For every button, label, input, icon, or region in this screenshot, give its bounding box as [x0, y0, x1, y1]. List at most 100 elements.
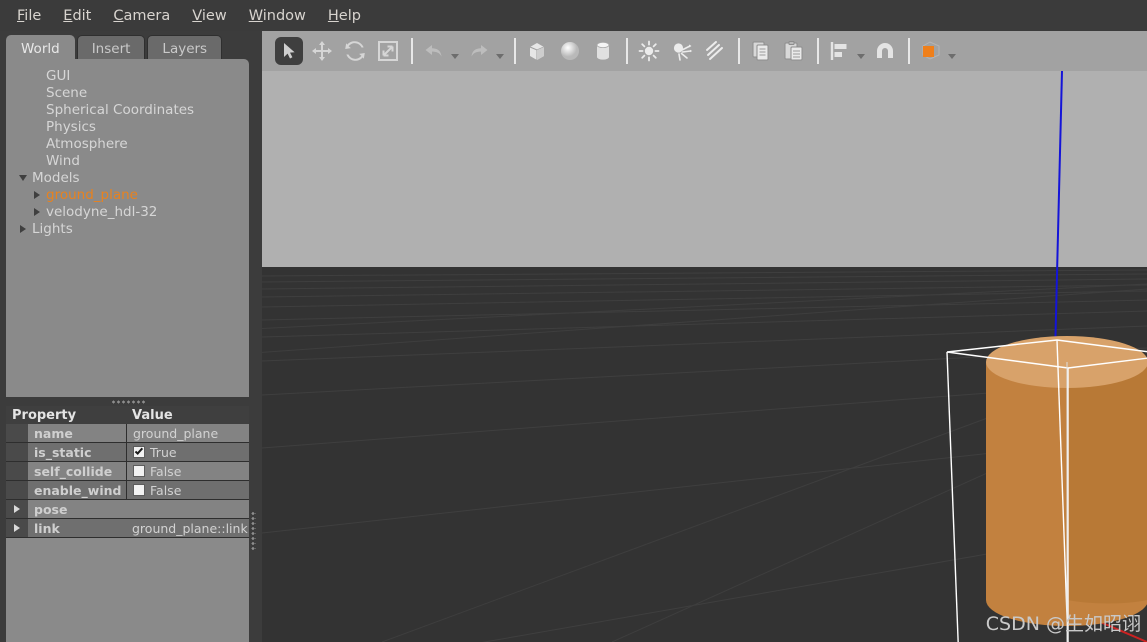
tree-item-spherical-coordinates[interactable]: Spherical Coordinates: [6, 101, 249, 118]
align-button[interactable]: [826, 37, 854, 65]
property-value-enable-wind[interactable]: False: [126, 481, 249, 499]
copy-icon: [752, 41, 769, 61]
property-table-header: Property Value: [6, 406, 249, 424]
tab-world[interactable]: World: [6, 35, 75, 61]
row-indent: [6, 443, 28, 461]
tree-item-wind[interactable]: Wind: [6, 152, 249, 169]
property-value-name[interactable]: ground_plane: [126, 424, 249, 442]
point-light-button[interactable]: [635, 37, 663, 65]
menu-window[interactable]: Window: [238, 5, 317, 27]
menu-file[interactable]: File: [6, 5, 52, 27]
menu-view[interactable]: View: [181, 5, 237, 27]
chevron-down-icon[interactable]: [16, 171, 30, 185]
column-header-property: Property: [12, 407, 77, 423]
tree-item-label: ground_plane: [46, 186, 138, 203]
tree-item-atmosphere[interactable]: Atmosphere: [6, 135, 249, 152]
paste-button[interactable]: [780, 37, 808, 65]
toolbar-separator: [411, 38, 413, 64]
menu-help[interactable]: Help: [317, 5, 372, 27]
checkbox-unchecked-icon[interactable]: [133, 465, 145, 477]
property-name-label: link: [28, 519, 126, 537]
left-dock-panel: World Insert Layers GUI Scene Spherical …: [0, 31, 256, 642]
property-value-is-static[interactable]: True: [126, 443, 249, 461]
directional-light-button[interactable]: [701, 37, 729, 65]
tab-layers[interactable]: Layers: [147, 35, 223, 61]
row-indent: [6, 481, 28, 499]
tree-item-lights[interactable]: Lights: [6, 220, 249, 237]
chevron-right-icon[interactable]: [30, 188, 44, 202]
select-arrow-icon: [284, 43, 295, 59]
sphere-icon: [561, 42, 579, 60]
property-name-label: name: [28, 424, 126, 442]
chevron-right-icon[interactable]: [16, 222, 30, 236]
property-value-text: False: [150, 482, 182, 498]
undo-button[interactable]: [420, 37, 448, 65]
toolbar-separator: [626, 38, 628, 64]
snap-button[interactable]: [871, 37, 899, 65]
property-row-pose[interactable]: pose: [6, 500, 249, 519]
tab-insert[interactable]: Insert: [76, 35, 146, 61]
property-row-is-static[interactable]: is_static True: [6, 443, 249, 462]
tree-item-scene[interactable]: Scene: [6, 84, 249, 101]
property-value-link: ground_plane::link: [132, 520, 248, 536]
undo-icon: [425, 45, 442, 57]
chevron-right-icon[interactable]: [30, 205, 44, 219]
scale-icon: [378, 41, 398, 61]
tree-item-ground-plane[interactable]: ground_plane: [6, 186, 249, 203]
sphere-button[interactable]: [556, 37, 584, 65]
main-toolbar: [262, 31, 1147, 71]
align-icon: [830, 42, 847, 60]
property-row-name[interactable]: name ground_plane: [6, 424, 249, 443]
expander-cell[interactable]: [6, 500, 28, 518]
horizontal-splitter-handle[interactable]: [6, 397, 249, 406]
view-angle-button[interactable]: [917, 37, 945, 65]
undo-dropdown-arrow-icon[interactable]: [451, 53, 459, 59]
translate-button[interactable]: [308, 37, 336, 65]
scene-svg: [262, 71, 1147, 642]
paste-icon: [784, 41, 803, 61]
spot-light-button[interactable]: [668, 37, 696, 65]
toolbar-separator: [817, 38, 819, 64]
box-button[interactable]: [523, 37, 551, 65]
menu-bar: File Edit Camera View Window Help: [0, 0, 1147, 31]
redo-dropdown-arrow-icon[interactable]: [496, 53, 504, 59]
tree-item-velodyne-hdl-32[interactable]: velodyne_hdl-32: [6, 203, 249, 220]
checkbox-unchecked-icon[interactable]: [133, 484, 145, 496]
scale-button[interactable]: [374, 37, 402, 65]
property-value-self-collide[interactable]: False: [126, 462, 249, 480]
checkbox-checked-icon[interactable]: [133, 446, 145, 458]
spot-light-icon: [673, 43, 693, 61]
copy-button[interactable]: [747, 37, 775, 65]
redo-button[interactable]: [465, 37, 493, 65]
tree-item-label: Lights: [32, 220, 73, 237]
rotate-icon: [345, 41, 365, 61]
rotate-button[interactable]: [341, 37, 369, 65]
chevron-right-icon: [14, 524, 20, 532]
expander-cell[interactable]: [6, 519, 28, 537]
toolbar-separator: [908, 38, 910, 64]
property-value-pose: [126, 500, 249, 518]
cylinder-button[interactable]: [589, 37, 617, 65]
view-angle-cube-icon: [922, 41, 940, 60]
tree-item-label: Scene: [46, 84, 88, 101]
tree-item-label: Wind: [46, 152, 80, 169]
tree-item-physics[interactable]: Physics: [6, 118, 249, 135]
select-arrow-button[interactable]: [275, 37, 303, 65]
property-row-enable-wind[interactable]: enable_wind False: [6, 481, 249, 500]
cylinder-icon: [596, 42, 610, 60]
menu-view-rest: iew: [201, 7, 227, 24]
view-angle-dropdown-arrow-icon[interactable]: [948, 53, 956, 59]
tree-item-models[interactable]: Models: [6, 169, 249, 186]
menu-edit[interactable]: Edit: [52, 5, 102, 27]
menu-help-rest: elp: [338, 7, 361, 24]
left-panel-tabbar: World Insert Layers: [6, 33, 224, 61]
align-dropdown-arrow-icon[interactable]: [857, 53, 865, 59]
vertical-splitter-handle[interactable]: [251, 511, 256, 551]
menu-camera[interactable]: Camera: [102, 5, 181, 27]
tree-item-gui[interactable]: GUI: [6, 67, 249, 84]
property-row-link[interactable]: link ground_plane::link: [6, 519, 249, 538]
render-viewport-3d[interactable]: CSDN @生如昭诩: [262, 71, 1147, 642]
world-tree-panel: GUI Scene Spherical Coordinates Physics: [6, 59, 249, 397]
directional-light-icon: [706, 40, 723, 60]
property-row-self-collide[interactable]: self_collide False: [6, 462, 249, 481]
